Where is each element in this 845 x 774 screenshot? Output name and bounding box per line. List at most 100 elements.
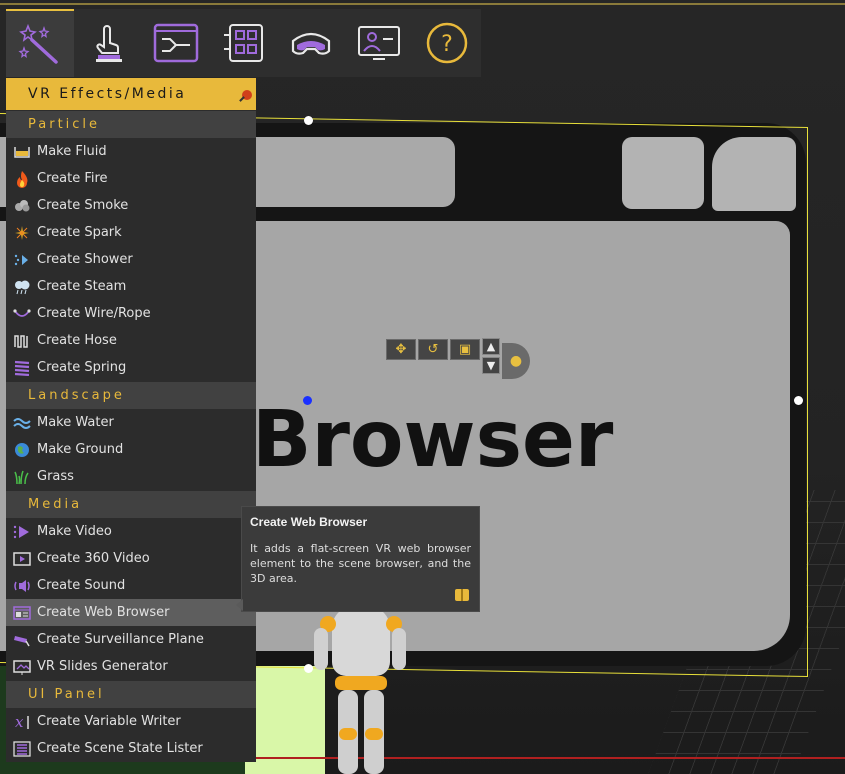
menu-title-text: VR Effects/Media [28, 86, 187, 102]
menu-item-create-spark[interactable]: Create Spark [6, 219, 256, 246]
globe-icon [12, 441, 32, 459]
resize-handle[interactable] [304, 116, 313, 125]
arrow-up-icon[interactable]: ▲ [482, 338, 500, 355]
menu-item-label: Create Scene State Lister [37, 741, 203, 756]
menu-item-create-360-video[interactable]: Create 360 Video [6, 545, 256, 572]
menu-item-grass[interactable]: Grass [6, 463, 256, 490]
avatar-torso [332, 606, 390, 676]
tooltip-body: It adds a flat-screen VR web browser ele… [250, 542, 471, 585]
menu-item-create-web-browser[interactable]: Create Web Browser [6, 599, 256, 626]
menu-item-label: Create Variable Writer [37, 714, 181, 729]
menu-title: VR Effects/Media [6, 78, 256, 110]
pivot-handle[interactable] [303, 396, 312, 405]
viewport-top-border [0, 3, 845, 5]
menu-item-label: Create Shower [37, 252, 133, 267]
water-waves-icon [12, 414, 32, 432]
web-browser-icon [12, 604, 32, 622]
menu-item-label: VR Slides Generator [37, 659, 168, 674]
shower-icon [12, 251, 32, 269]
fluid-bucket-icon [12, 143, 32, 161]
widgets-button[interactable] [210, 9, 278, 77]
tooltip-title: Create Web Browser [250, 515, 368, 529]
spring-icon [12, 359, 32, 377]
hose-icon [12, 332, 32, 350]
presentation-button[interactable] [345, 9, 413, 77]
elevation-arrows[interactable]: ▲ ▼ [482, 338, 502, 376]
menu-item-create-wire-rope[interactable]: Create Wire/Rope [6, 300, 256, 327]
menu-item-label: Create Surveillance Plane [37, 632, 204, 647]
menu-item-label: Create Spring [37, 360, 127, 375]
menu-item-label: Grass [37, 469, 74, 484]
menu-item-create-hose[interactable]: Create Hose [6, 327, 256, 354]
pin-icon[interactable] [242, 90, 252, 100]
magic-wand-icon [18, 23, 58, 64]
menu-item-create-shower[interactable]: Create Shower [6, 246, 256, 273]
grid-blocks-icon [223, 24, 263, 62]
touch-hand-icon [95, 25, 122, 62]
avatar-knee [365, 728, 383, 740]
svg-text:x: x [15, 714, 24, 730]
menu-item-create-sound[interactable]: Create Sound [6, 572, 256, 599]
help-circle-icon: ? [426, 22, 468, 64]
interaction-button[interactable] [74, 9, 142, 77]
menu-item-label: Create Spark [37, 225, 122, 240]
video-play-icon [12, 523, 32, 541]
menu-item-label: Create Hose [37, 333, 117, 348]
logic-flow-button[interactable] [142, 9, 210, 77]
menu-item-make-video[interactable]: Make Video [6, 518, 256, 545]
main-toolbar: ? [6, 9, 481, 77]
speaker-icon [12, 577, 32, 595]
menu-item-create-variable-writer[interactable]: x Create Variable Writer [6, 708, 256, 735]
section-media: Media [6, 491, 256, 518]
move-icon[interactable]: ✥ [386, 339, 416, 360]
menu-item-label: Make Water [37, 415, 114, 430]
menu-item-create-steam[interactable]: Create Steam [6, 273, 256, 300]
avatar-arm [392, 628, 406, 670]
menu-item-create-smoke[interactable]: Create Smoke [6, 192, 256, 219]
vr-headset-button[interactable] [277, 9, 345, 77]
rope-icon [12, 305, 32, 323]
avatar-knee [339, 728, 357, 740]
menu-item-label: Make Fluid [37, 144, 107, 159]
video-360-icon [12, 550, 32, 568]
book-icon[interactable] [455, 589, 469, 601]
section-ui-panel: UI Panel [6, 681, 256, 708]
tooltip-create-web-browser: Create Web Browser It adds a flat-screen… [236, 506, 480, 612]
menu-item-label: Create Web Browser [37, 605, 170, 620]
slides-icon [12, 658, 32, 676]
help-button[interactable]: ? [413, 9, 481, 77]
arrow-down-icon[interactable]: ▼ [482, 357, 500, 374]
avatar-arm [314, 628, 328, 670]
vr-effects-menu: VR Effects/Media Particle Make Fluid Cre… [6, 78, 256, 762]
list-icon [12, 740, 32, 758]
rotate-icon[interactable]: ↺ [418, 339, 448, 360]
menu-item-make-ground[interactable]: Make Ground [6, 436, 256, 463]
flowchart-icon [153, 23, 198, 63]
scale-icon[interactable]: ▣ [450, 339, 480, 360]
menu-item-make-fluid[interactable]: Make Fluid [6, 138, 256, 165]
spark-icon [12, 224, 32, 242]
variable-x-icon: x [12, 713, 32, 731]
menu-item-vr-slides-generator[interactable]: VR Slides Generator [6, 653, 256, 680]
avatar-belt [335, 676, 387, 690]
vr-headset-icon [292, 32, 331, 55]
help-label: ? [441, 32, 453, 57]
menu-item-create-spring[interactable]: Create Spring [6, 354, 256, 381]
vr-effects-button[interactable] [6, 9, 74, 77]
menu-item-label: Create Steam [37, 279, 127, 294]
transform-gizmo[interactable]: ✥ ↺ ▣ ▲ ▼ ● [386, 338, 530, 379]
section-landscape: Landscape [6, 382, 256, 409]
resize-handle[interactable] [794, 396, 803, 405]
menu-item-label: Create Fire [37, 171, 108, 186]
menu-item-create-fire[interactable]: Create Fire [6, 165, 256, 192]
menu-item-create-surveillance-plane[interactable]: Create Surveillance Plane [6, 626, 256, 653]
grass-icon [12, 468, 32, 486]
menu-item-label: Make Video [37, 524, 112, 539]
security-camera-icon [12, 631, 32, 649]
menu-item-label: Make Ground [37, 442, 124, 457]
menu-item-make-water[interactable]: Make Water [6, 409, 256, 436]
menu-item-label: Create Sound [37, 578, 126, 593]
fire-icon [12, 170, 32, 188]
menu-item-create-scene-state-lister[interactable]: Create Scene State Lister [6, 735, 256, 762]
menu-item-label: Create 360 Video [37, 551, 150, 566]
